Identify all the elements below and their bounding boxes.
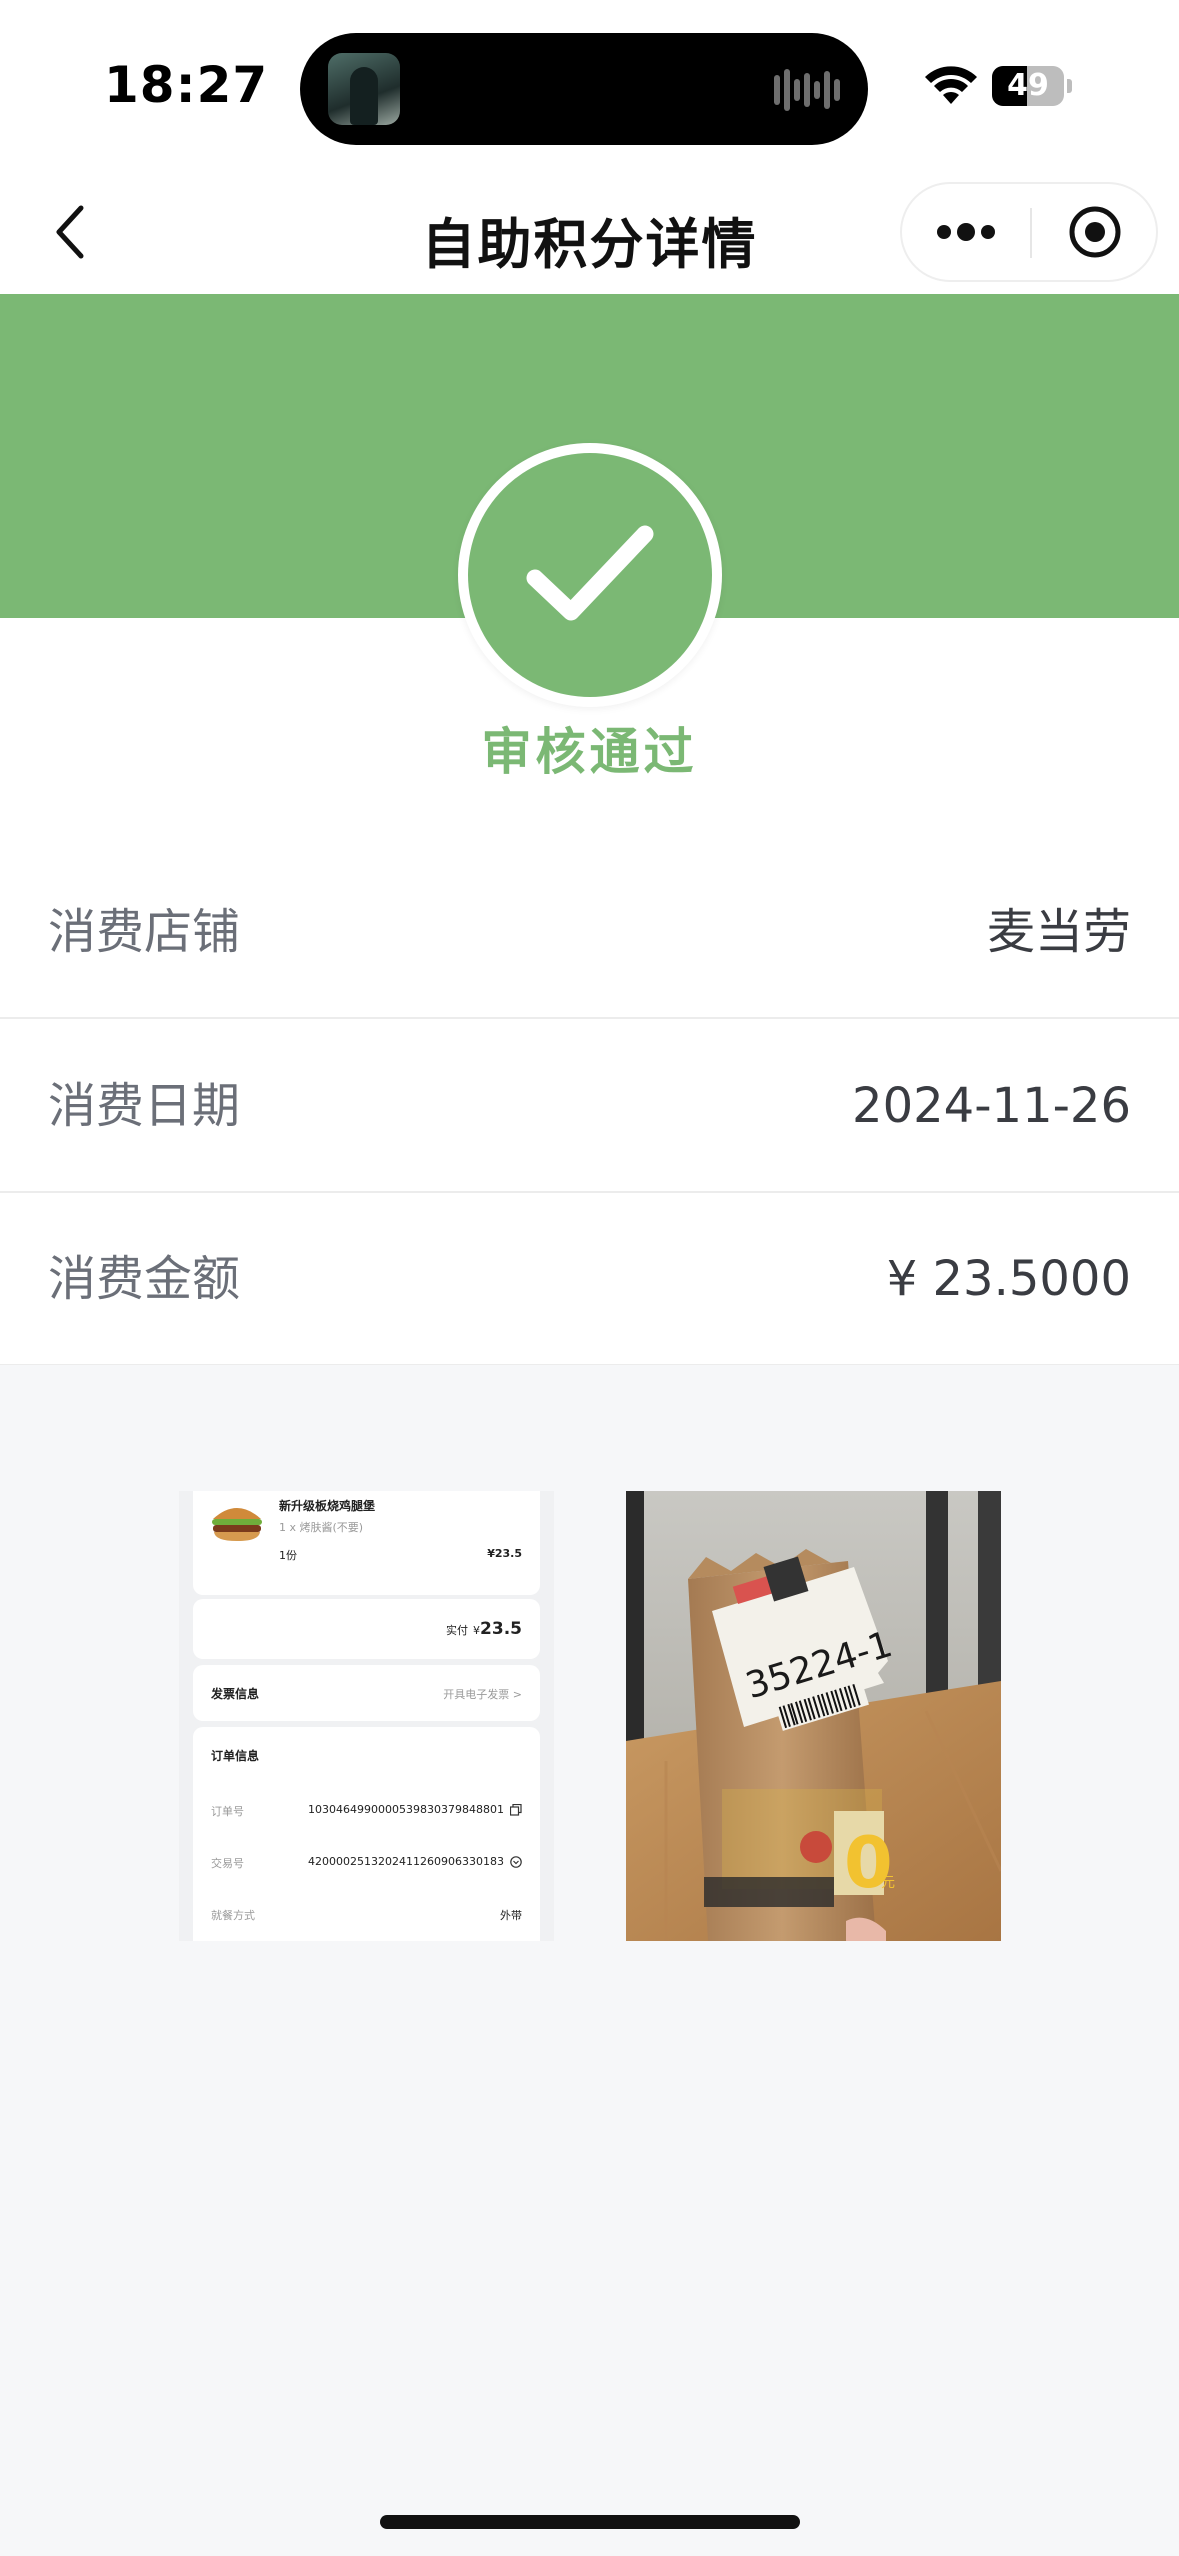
wifi-icon xyxy=(925,66,977,104)
store-label: 消费店铺 xyxy=(48,904,241,960)
receipt-paid-card: 实付 ¥23.5 xyxy=(193,1599,540,1659)
receipt-paid-label: 实付 xyxy=(445,1624,468,1637)
close-target-icon xyxy=(1069,206,1121,258)
receipt-invoice-label: 发票信息 xyxy=(211,1687,260,1701)
delivery-bag-photo: 35224-1 0 元 xyxy=(626,1491,1001,1941)
points-detail-page: 18:27 49 自助积分详情 审核通过 消费店铺 麦当劳 消费日期 2024-… xyxy=(0,0,1179,2556)
battery-icon: 49 xyxy=(992,66,1072,106)
amount-value: ¥ 23.5000 xyxy=(886,1251,1131,1307)
home-indicator[interactable] xyxy=(380,2515,800,2529)
receipt-order-no-label: 订单号 xyxy=(211,1805,244,1818)
store-row: 消费店铺 麦当劳 xyxy=(0,846,1179,1019)
checkmark-icon xyxy=(526,525,654,621)
more-button[interactable] xyxy=(902,184,1030,280)
date-row: 消费日期 2024-11-26 xyxy=(0,1020,1179,1193)
receipt-item-qty: 1份 xyxy=(279,1549,297,1562)
receipt-order-no: 1030464990000539830379848801 xyxy=(308,1803,504,1816)
status-badge xyxy=(458,443,722,707)
receipt-screenshot-thumbnail[interactable]: 新升级板烧鸡腿堡 1 x 烤肤酱(不要) 1份 ¥23.5 实付 ¥23.5 发… xyxy=(179,1491,554,1941)
receipt-trade-no: 4200002513202411260906330183 xyxy=(308,1855,504,1868)
receipt-invoice-action: 开具电子发票 > xyxy=(443,1688,522,1701)
receipt-paid-amount: 23.5 xyxy=(480,1619,522,1639)
expand-circle-icon xyxy=(510,1856,522,1868)
receipt-item-card: 新升级板烧鸡腿堡 1 x 烤肤酱(不要) 1份 ¥23.5 xyxy=(193,1491,540,1595)
dynamic-island xyxy=(300,33,868,145)
burger-icon xyxy=(212,1508,262,1541)
bag-promo-unit: 元 xyxy=(881,1875,895,1891)
album-art-icon xyxy=(328,53,400,125)
battery-percentage: 49 xyxy=(1007,68,1049,103)
close-mini-program-button[interactable] xyxy=(1032,184,1158,280)
mini-program-capsule xyxy=(900,182,1158,282)
receipt-item-price: ¥23.5 xyxy=(487,1547,522,1560)
receipt-dining-value: 外带 xyxy=(500,1909,522,1922)
delivery-bag-photo-thumbnail[interactable]: 35224-1 0 元 xyxy=(626,1491,1001,1941)
amount-row: 消费金额 ¥ 23.5000 xyxy=(0,1193,1179,1366)
bag-promo-number: 0 xyxy=(844,1822,893,1904)
date-label: 消费日期 xyxy=(48,1078,241,1134)
receipt-item-option: 1 x 烤肤酱(不要) xyxy=(279,1521,364,1534)
audio-waveform-icon xyxy=(774,69,840,111)
status-time: 18:27 xyxy=(104,56,269,114)
amount-label: 消费金额 xyxy=(48,1251,241,1307)
navigation-bar: 自助积分详情 xyxy=(0,170,1179,294)
status-bar: 18:27 49 xyxy=(0,0,1179,170)
uploaded-images: 新升级板烧鸡腿堡 1 x 烤肤酱(不要) 1份 ¥23.5 实付 ¥23.5 发… xyxy=(0,1365,1179,2556)
receipt-trade-no-label: 交易号 xyxy=(211,1857,244,1870)
receipt-paid-currency: ¥ xyxy=(473,1624,481,1637)
more-dots-icon xyxy=(937,223,995,241)
receipt-order-card: 订单信息 订单号 1030464990000539830379848801 交易… xyxy=(193,1727,540,1941)
receipt-invoice-card: 发票信息 开具电子发票 > xyxy=(193,1665,540,1721)
date-value: 2024-11-26 xyxy=(852,1078,1131,1134)
receipt-dining-label: 就餐方式 xyxy=(211,1909,255,1922)
store-value: 麦当劳 xyxy=(986,904,1131,960)
receipt-item-name: 新升级板烧鸡腿堡 xyxy=(279,1499,376,1513)
copy-icon xyxy=(510,1804,522,1816)
review-status-text: 审核通过 xyxy=(481,723,698,781)
receipt-order-info-label: 订单信息 xyxy=(211,1749,260,1763)
